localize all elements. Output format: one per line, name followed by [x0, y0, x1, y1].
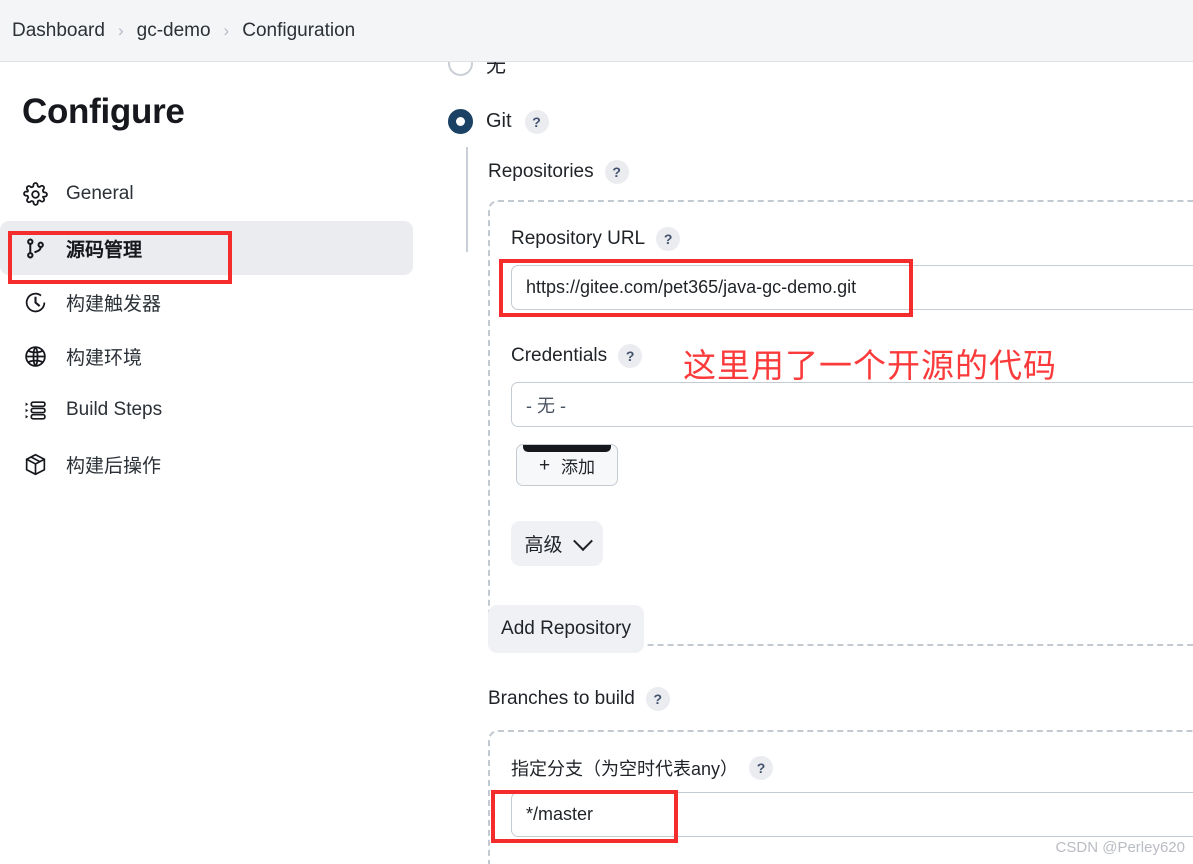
sidebar-item-post-build-actions[interactable]: 构建后操作 [0, 437, 413, 491]
package-icon [22, 451, 48, 477]
sidebar-nav: General 源码管理 构建触发器 构建环境 Build Steps 构建后操… [0, 167, 440, 491]
branch-specifier-label: 指定分支（为空时代表any） [511, 759, 739, 779]
scm-option-none-row[interactable]: 无 [448, 62, 506, 78]
repository-url-label-row: Repository URL ? [511, 227, 681, 251]
scm-option-git-label: Git [486, 110, 512, 132]
gear-icon [22, 181, 48, 207]
scm-option-git-row[interactable]: Git ? [448, 109, 549, 134]
annotation-note-text: 这里用了一个开源的代码 [683, 347, 1057, 384]
help-icon[interactable]: ? [645, 687, 670, 711]
sidebar-item-label: 构建后操作 [66, 455, 162, 477]
add-repository-button[interactable]: Add Repository [488, 605, 644, 653]
help-icon[interactable]: ? [749, 756, 774, 780]
repository-url-label: Repository URL [511, 228, 646, 249]
repositories-label: Repositories [488, 161, 594, 182]
scm-option-none-radio[interactable] [448, 62, 473, 76]
plus-icon: + [538, 454, 551, 476]
breadcrumb-item-configuration[interactable]: Configuration [242, 20, 355, 42]
sidebar-item-label: Build Steps [66, 399, 163, 420]
advanced-button[interactable]: 高级 [511, 521, 603, 566]
globe-icon [22, 343, 48, 369]
sidebar-item-general[interactable]: General [0, 167, 413, 221]
sidebar-item-build-triggers[interactable]: 构建触发器 [0, 275, 413, 329]
scm-configuration-panel: 无 Git ? Repositories ? Repository URL ? … [440, 62, 1193, 864]
help-icon[interactable]: ? [656, 227, 681, 251]
scm-option-git-radio[interactable] [448, 109, 473, 134]
add-credentials-label: 添加 [561, 457, 596, 477]
breadcrumb: Dashboard › gc-demo › Configuration [12, 0, 355, 62]
sidebar-item-source-code-management[interactable]: 源码管理 [0, 221, 413, 275]
sidebar-item-build-environment[interactable]: 构建环境 [0, 329, 413, 383]
repository-url-input[interactable] [511, 265, 1193, 310]
add-repository-label: Add Repository [501, 618, 631, 639]
page-title: Configure [22, 92, 185, 131]
git-branch-icon [22, 235, 48, 261]
branch-specifier-input[interactable] [511, 792, 1193, 837]
configure-sidebar: Configure General 源码管理 构建触发器 构建环境 Build … [0, 62, 440, 864]
scm-option-none-label: 无 [486, 62, 506, 77]
breadcrumb-item-gc-demo[interactable]: gc-demo [137, 20, 211, 42]
credentials-select[interactable]: - 无 - [511, 382, 1193, 427]
clock-icon [22, 289, 48, 315]
credentials-label: Credentials [511, 345, 608, 366]
credentials-selected-value: - 无 - [526, 395, 566, 416]
branches-to-build-label-row: Branches to build ? [488, 687, 670, 711]
chevron-down-icon [572, 530, 593, 551]
watermark: CSDN @Perley620 [1055, 839, 1185, 856]
sidebar-item-label: 构建环境 [66, 347, 143, 369]
nesting-guide-line [466, 147, 468, 252]
steps-list-icon [22, 397, 48, 423]
repositories-label-row: Repositories ? [488, 160, 629, 184]
advanced-label: 高级 [524, 535, 563, 556]
sidebar-item-label: 源码管理 [66, 239, 143, 261]
breadcrumb-separator-icon: › [223, 20, 230, 40]
breadcrumb-separator-icon: › [117, 20, 124, 40]
credentials-label-row: Credentials ? [511, 344, 643, 368]
sidebar-item-label: 构建触发器 [66, 293, 162, 315]
sidebar-item-build-steps[interactable]: Build Steps [0, 383, 413, 437]
branch-specifier-label-row: 指定分支（为空时代表any） ? [511, 755, 774, 781]
help-icon[interactable]: ? [604, 160, 629, 184]
help-icon[interactable]: ? [524, 109, 549, 134]
breadcrumb-item-dashboard[interactable]: Dashboard [12, 20, 105, 42]
add-credentials-button[interactable]: + 添加 [516, 444, 618, 486]
help-icon[interactable]: ? [618, 344, 643, 368]
branches-to-build-label: Branches to build [488, 688, 635, 709]
sidebar-item-label: General [66, 183, 134, 204]
